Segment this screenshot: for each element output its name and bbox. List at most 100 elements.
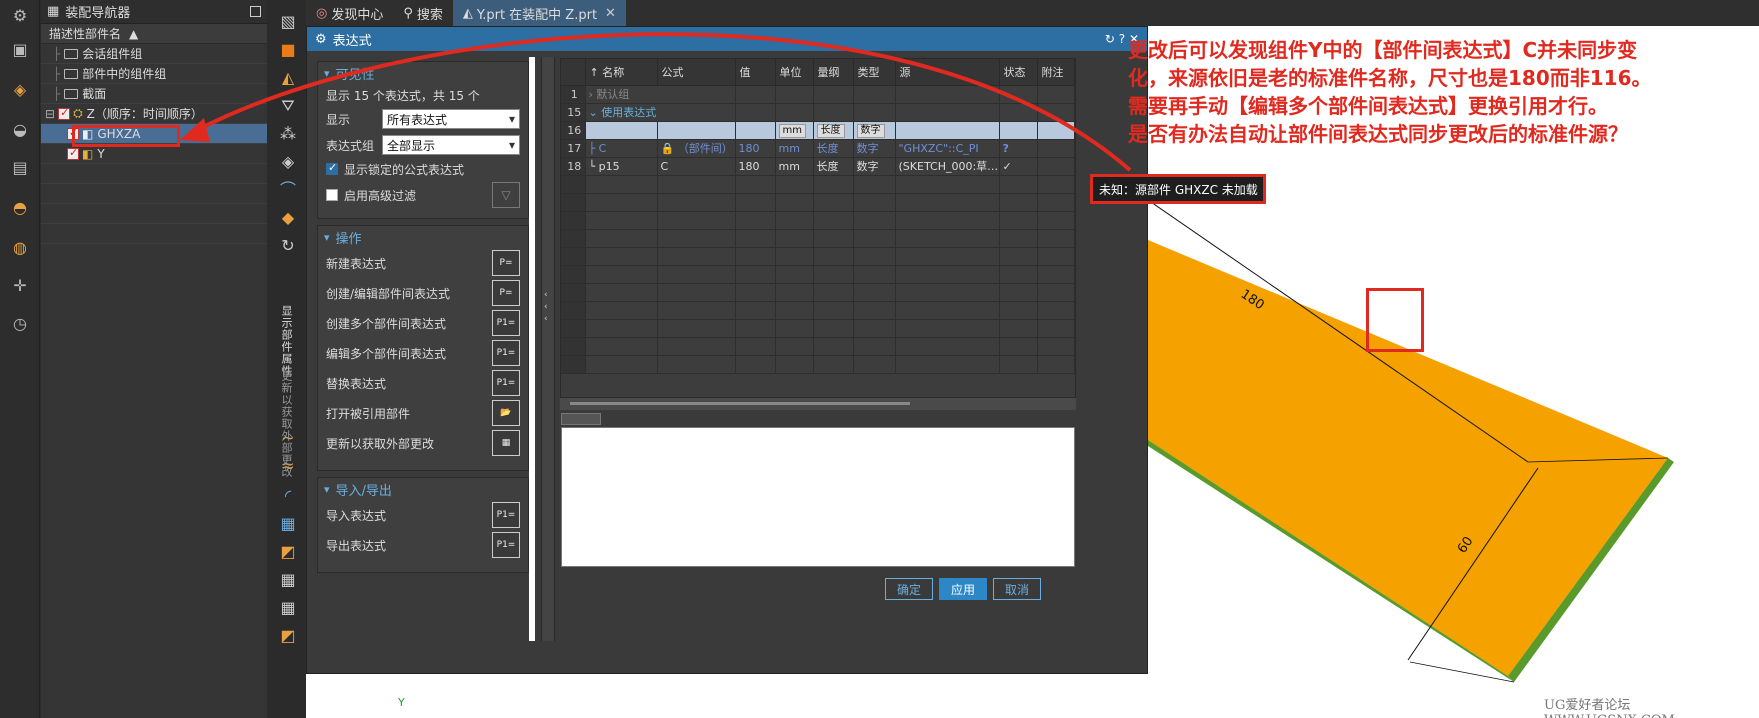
table-row[interactable]: 18 └ p15 C 180 mm 长度 数字 (SKETCH_000:草… ✓ <box>561 157 1075 176</box>
close-icon[interactable]: ✕ <box>605 6 616 21</box>
type-select[interactable]: 数字 <box>856 123 885 138</box>
nav-row-sections[interactable]: ├ 截面 <box>41 84 267 104</box>
source-cell[interactable]: (SKETCH_000:草… <box>895 157 1000 176</box>
assembly-navigator-icon[interactable]: ▣ <box>8 38 32 62</box>
visibility-checkbox[interactable] <box>67 146 79 160</box>
table-row[interactable]: 16 mm 长度 数字 <box>561 121 1075 140</box>
col-note[interactable]: 附注 <box>1037 59 1075 86</box>
vertical-label-update-external[interactable]: 更新以获取外部更改 <box>280 370 294 478</box>
show-locked-row[interactable]: 显示锁定的公式表达式 <box>318 158 528 180</box>
table-row[interactable]: 1 › 默认组 <box>561 85 1075 104</box>
open-folder-icon[interactable]: 📂 <box>492 400 520 426</box>
col-status[interactable]: 状态 <box>999 59 1038 86</box>
new-expression-icon[interactable]: P= <box>492 250 520 276</box>
road-icon[interactable]: ⛛ <box>276 94 300 118</box>
grid-horizontal-scrollbar[interactable] <box>560 398 1076 410</box>
value-cell[interactable]: 180 <box>735 157 776 176</box>
group-select[interactable]: 全部显示 <box>382 135 520 155</box>
orange-plate-model[interactable]: 180 60 <box>1148 200 1759 718</box>
col-type[interactable]: 类型 <box>853 59 896 86</box>
formula-cell[interactable] <box>657 121 736 140</box>
value-cell[interactable]: 180 <box>735 139 776 158</box>
table-icon[interactable]: ▦ <box>276 568 300 592</box>
curve-icon[interactable]: ⌒ <box>276 178 300 202</box>
status-unknown-icon[interactable]: ? <box>999 139 1038 158</box>
clock-icon[interactable]: ◷ <box>8 312 32 336</box>
dimension-cell[interactable]: 长度 <box>813 157 854 176</box>
import-export-header[interactable]: 导入/导出 <box>318 478 528 500</box>
advanced-filter-checkbox[interactable] <box>326 189 338 201</box>
edit-multi-interpart-icon[interactable]: P1= <box>492 340 520 366</box>
unit-cell[interactable]: mm <box>775 157 814 176</box>
vertical-label-part-properties[interactable]: 显示部件属性 <box>280 305 294 377</box>
apply-button[interactable]: 应用 <box>939 578 987 600</box>
col-dimension[interactable]: 量纲 <box>813 59 854 86</box>
dimension-cell[interactable]: 长度 <box>813 139 854 158</box>
gear-icon[interactable]: ⚙ <box>8 4 32 28</box>
value-cell[interactable] <box>735 121 776 140</box>
display-select[interactable]: 所有表达式 <box>382 109 520 129</box>
roles-icon[interactable]: ◍ <box>8 236 32 260</box>
remove-icon[interactable]: ◈ <box>276 150 300 174</box>
constraint-navigator-icon[interactable]: ◈ <box>8 78 32 102</box>
op-create-edit-interpart[interactable]: 创建/编辑部件间表达式 P= <box>318 278 528 308</box>
surface-icon[interactable]: ◜ <box>276 484 300 508</box>
cancel-button[interactable]: 取消 <box>993 578 1041 600</box>
collapse-arrows-icon[interactable]: ‹ ‹ ‹ <box>544 289 548 325</box>
mesh-icon[interactable]: ▦ <box>276 512 300 536</box>
panel-splitter[interactable]: ‹ ‹ ‹ <box>541 57 555 641</box>
assembly-load-icon[interactable]: ▧ <box>276 10 300 34</box>
history-icon[interactable]: ◓ <box>8 196 32 220</box>
nav-row-root-z[interactable]: ⊟ ⛭ Z（顺序：时间顺序） <box>41 104 267 124</box>
col-source[interactable]: 源 <box>895 59 1000 86</box>
nav-row-session-groups[interactable]: ├ 会话组件组 <box>41 44 267 64</box>
export-icon[interactable]: P1= <box>492 532 520 558</box>
stack-icon[interactable]: ◭ <box>276 66 300 90</box>
panel-scrollbar[interactable] <box>529 57 535 641</box>
part-navigator-icon[interactable]: ◒ <box>8 118 32 142</box>
operations-header[interactable]: 操作 <box>318 226 528 248</box>
spreadsheet-icon[interactable]: ▦ <box>276 596 300 620</box>
nav-row-part-groups[interactable]: ├ 部件中的组件组 <box>41 64 267 84</box>
web-browser-icon[interactable]: ✛ <box>8 274 32 298</box>
formula-cell[interactable]: 🔒 （部件间） <box>657 139 736 158</box>
type-cell[interactable]: 数字 <box>853 157 896 176</box>
maximize-icon[interactable] <box>250 6 261 17</box>
ok-button[interactable]: 确定 <box>885 578 933 600</box>
op-open-referenced-part[interactable]: 打开被引用部件 📂 <box>318 398 528 428</box>
name-cell[interactable] <box>585 121 658 140</box>
update-external-icon[interactable]: ▦ <box>492 430 520 456</box>
navigator-column-header[interactable]: 描述性部件名 ▲ <box>41 24 267 44</box>
source-cell[interactable]: "GHXZC"::C_PI <box>895 139 1000 158</box>
status-ok-icon[interactable]: ✓ <box>999 157 1038 176</box>
col-value[interactable]: 值 <box>735 59 776 86</box>
col-name[interactable]: ↑ 名称 <box>585 59 658 86</box>
nav-row-y[interactable]: ◧ Y <box>41 144 267 164</box>
type-cell[interactable]: 数字 <box>853 139 896 158</box>
dimension-select[interactable]: 长度 <box>816 123 845 138</box>
collapse-icon[interactable]: ⊟ <box>45 107 55 121</box>
col-formula[interactable]: 公式 <box>657 59 736 86</box>
formula-editor[interactable] <box>561 427 1075 567</box>
solid-icon[interactable]: ◆ <box>276 206 300 230</box>
visibility-header[interactable]: 可见性 <box>318 62 528 84</box>
block-icon[interactable]: ■ <box>276 38 300 62</box>
pattern-icon[interactable]: ⁂ <box>276 122 300 146</box>
assembly-icon[interactable]: ◩ <box>276 540 300 564</box>
col-unit[interactable]: 单位 <box>775 59 814 86</box>
formula-cell[interactable]: C <box>657 157 736 176</box>
op-new-expression[interactable]: 新建表达式 P= <box>318 248 528 278</box>
tab-part-file[interactable]: ◭ Y.prt 在装配中 Z.prt ✕ <box>452 0 626 26</box>
editor-toolbar[interactable] <box>561 413 601 425</box>
reuse-library-icon[interactable]: ▤ <box>8 156 32 180</box>
refresh-icon[interactable]: ↻ <box>276 234 300 258</box>
advanced-filter-row[interactable]: 启用高级过滤 ▽ <box>318 180 528 210</box>
op-update-external[interactable]: 更新以获取外部更改 ▦ <box>318 428 528 458</box>
import-icon[interactable]: P1= <box>492 502 520 528</box>
interpart-link-icon[interactable]: P= <box>492 280 520 306</box>
table-row[interactable]: 17 ├ C 🔒 （部件间） 180 mm 长度 数字 "GHXZC"::C_P… <box>561 139 1075 158</box>
op-create-multiple-interpart[interactable]: 创建多个部件间表达式 P1= <box>318 308 528 338</box>
unit-select[interactable]: mm <box>778 123 806 138</box>
replace-expression-icon[interactable]: P1= <box>492 370 520 396</box>
name-cell[interactable]: └ p15 <box>585 157 658 176</box>
